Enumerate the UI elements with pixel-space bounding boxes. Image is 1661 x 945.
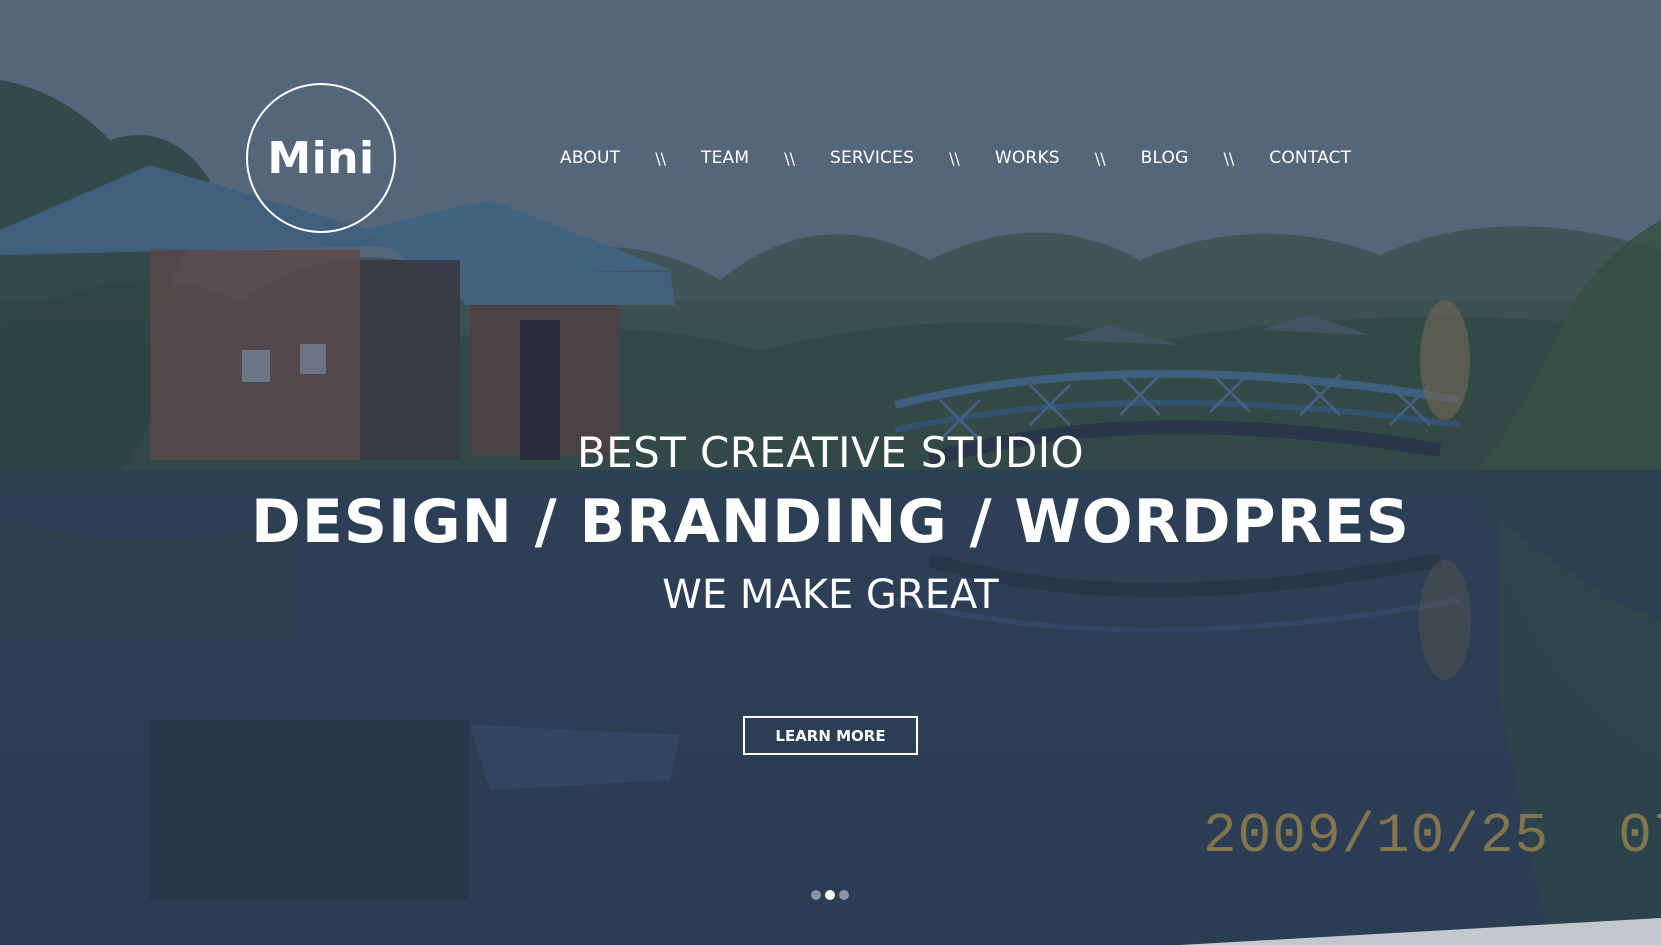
nav-separator: \\ (1223, 148, 1235, 168)
nav-item-team[interactable]: TEAM (701, 148, 749, 168)
learn-more-button[interactable]: LEARN MORE (743, 716, 918, 755)
nav-item-contact[interactable]: CONTACT (1269, 148, 1351, 168)
nav-item-services[interactable]: SERVICES (830, 148, 914, 168)
logo[interactable]: Mini (246, 83, 396, 233)
nav-item-blog[interactable]: BLOG (1141, 148, 1189, 168)
logo-text: Mini (267, 132, 375, 184)
slider-dot[interactable] (839, 890, 849, 900)
hero-kicker: BEST CREATIVE STUDIO (576, 428, 1085, 477)
photo-date-stamp: 2009/10/25 07:26 (1203, 804, 1661, 868)
nav-separator: \\ (784, 148, 795, 168)
slider-dot[interactable] (811, 890, 821, 900)
nav-separator: \\ (655, 148, 666, 168)
slider-dot-active[interactable] (825, 890, 835, 900)
nav-item-works[interactable]: WORKS (995, 148, 1060, 168)
slider-pagination (811, 890, 849, 900)
hero-section: Mini ABOUT \\ TEAM \\ SERVICES \\ WORKS … (0, 0, 1661, 945)
hero-subline: WE MAKE GREAT (662, 572, 999, 618)
nav-item-about[interactable]: ABOUT (560, 148, 620, 168)
nav-separator: \\ (1094, 148, 1106, 168)
hero-headline: DESIGN / BRANDING / WORDPRES (251, 487, 1410, 557)
main-nav: ABOUT \\ TEAM \\ SERVICES \\ WORKS \\ BL… (560, 143, 1351, 173)
nav-separator: \\ (949, 148, 960, 168)
